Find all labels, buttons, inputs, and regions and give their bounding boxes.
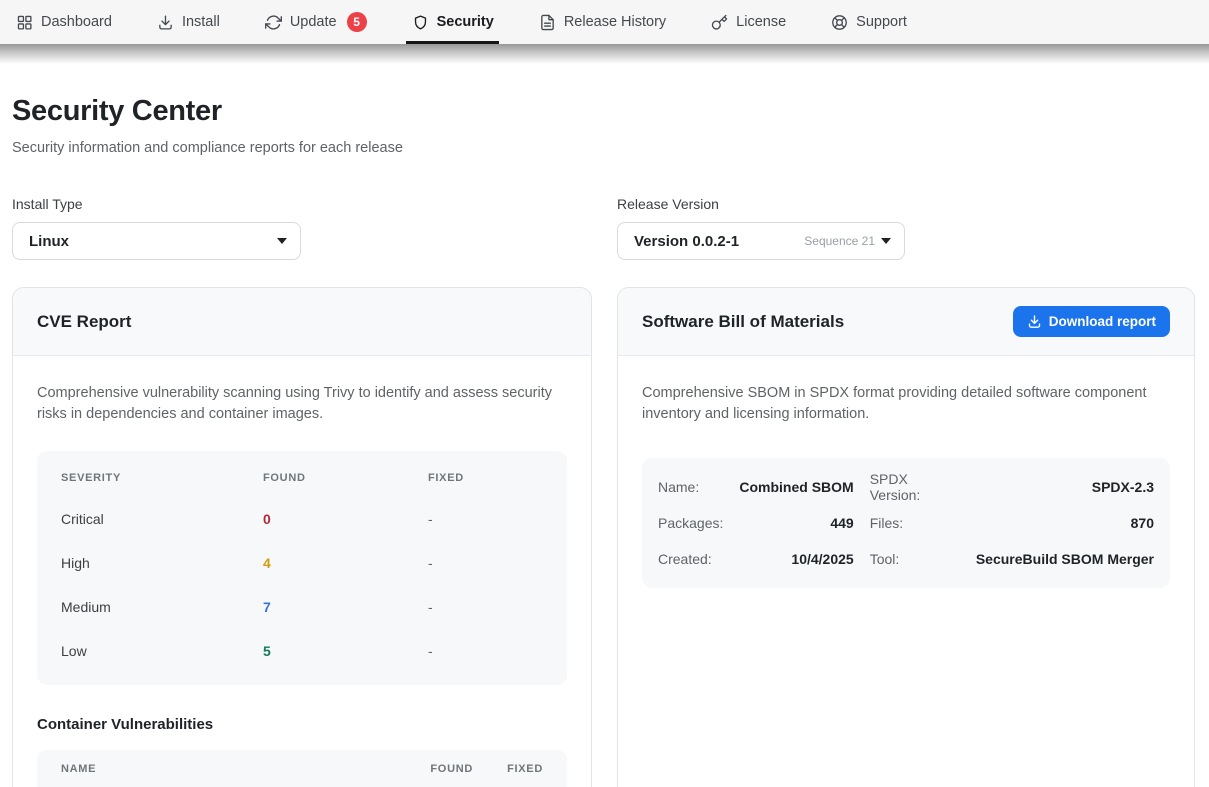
nav-item-support[interactable]: Support: [831, 0, 907, 44]
page-title: Security Center: [12, 95, 1197, 128]
fixed-count: -: [428, 555, 543, 571]
nav-label: Security: [437, 14, 494, 30]
document-icon: [539, 14, 556, 31]
nav-scroll-shadow: [0, 44, 1209, 64]
sequence-label: Sequence 21: [804, 234, 875, 248]
lifebuoy-icon: [831, 14, 848, 31]
detail-label: SPDX Version:: [870, 469, 960, 505]
found-column-header: FOUND: [263, 472, 428, 484]
severity-column-header: SEVERITY: [61, 472, 263, 484]
container-vulnerabilities-table-header: NAME FOUND FIXED: [37, 750, 567, 787]
detail-label: Packages:: [658, 505, 723, 541]
detail-value: 449: [739, 505, 853, 541]
chevron-down-icon: [881, 238, 891, 244]
severity-name: High: [61, 555, 263, 571]
detail-label: Created:: [658, 541, 723, 577]
download-icon: [157, 14, 174, 31]
release-version-select[interactable]: Version 0.0.2-1 Sequence 21: [617, 222, 905, 260]
severity-table: SEVERITY FOUND FIXED Critical 0 - High 4…: [37, 451, 567, 685]
sbom-card-header: Software Bill of Materials Download repo…: [618, 288, 1194, 356]
nav-item-dashboard[interactable]: Dashboard: [16, 0, 112, 44]
top-navigation: Dashboard Install Update 5 Security Rele…: [0, 0, 1209, 44]
key-icon: [711, 14, 728, 31]
install-type-filter: Install Type Linux: [12, 196, 592, 260]
fixed-count: -: [428, 643, 543, 659]
refresh-icon: [265, 14, 282, 31]
release-version-label: Release Version: [617, 196, 1195, 212]
download-report-label: Download report: [1049, 314, 1156, 329]
detail-value: 870: [976, 505, 1154, 541]
detail-label: Tool:: [870, 541, 960, 577]
shield-icon: [412, 14, 429, 31]
nav-item-security[interactable]: Security: [412, 0, 494, 44]
page-subtitle: Security information and compliance repo…: [12, 140, 1197, 156]
cve-card-header: CVE Report: [13, 288, 591, 356]
found-count: 7: [263, 599, 428, 615]
nav-item-update[interactable]: Update 5: [265, 0, 367, 44]
detail-label: Files:: [870, 505, 960, 541]
detail-value: SecureBuild SBOM Merger: [976, 541, 1154, 577]
found-column-header: FOUND: [393, 763, 473, 775]
install-type-select[interactable]: Linux: [12, 222, 301, 260]
sbom-card: Software Bill of Materials Download repo…: [617, 287, 1195, 787]
nav-label: Release History: [564, 14, 666, 30]
table-row: Medium 7 -: [37, 585, 567, 629]
container-vulnerabilities-title: Container Vulnerabilities: [37, 716, 567, 733]
release-version-filter: Release Version Version 0.0.2-1 Sequence…: [617, 196, 1195, 260]
install-type-label: Install Type: [12, 196, 592, 212]
severity-table-header: SEVERITY FOUND FIXED: [37, 459, 567, 497]
cve-card-title: CVE Report: [37, 312, 131, 332]
found-count: 5: [263, 643, 428, 659]
detail-value: Combined SBOM: [739, 469, 853, 505]
release-version-value: Version 0.0.2-1: [634, 233, 739, 250]
fixed-count: -: [428, 599, 543, 615]
sbom-description: Comprehensive SBOM in SPDX format provid…: [642, 383, 1164, 425]
chevron-down-icon: [277, 238, 287, 244]
download-icon: [1027, 314, 1042, 329]
filters-row: Install Type Linux Release Version Versi…: [12, 196, 1197, 260]
severity-name: Low: [61, 643, 263, 659]
detail-value: SPDX-2.3: [976, 469, 1154, 505]
nav-label: Install: [182, 14, 220, 30]
nav-item-license[interactable]: License: [711, 0, 786, 44]
found-count: 4: [263, 555, 428, 571]
fixed-count: -: [428, 511, 543, 527]
table-row: High 4 -: [37, 541, 567, 585]
cve-description: Comprehensive vulnerability scanning usi…: [37, 383, 559, 425]
table-row: Low 5 -: [37, 629, 567, 673]
nav-item-release-history[interactable]: Release History: [539, 0, 666, 44]
detail-label: Name:: [658, 469, 723, 505]
dashboard-icon: [16, 14, 33, 31]
severity-name: Critical: [61, 511, 263, 527]
install-type-value: Linux: [29, 233, 69, 250]
download-report-button[interactable]: Download report: [1013, 306, 1170, 337]
found-count: 0: [263, 511, 428, 527]
sbom-details-table: Name: Combined SBOM SPDX Version: SPDX-2…: [642, 458, 1170, 588]
severity-name: Medium: [61, 599, 263, 615]
name-column-header: NAME: [61, 763, 393, 775]
cve-report-card: CVE Report Comprehensive vulnerability s…: [12, 287, 592, 787]
nav-label: Update: [290, 14, 337, 30]
sbom-card-title: Software Bill of Materials: [642, 312, 844, 332]
nav-label: Support: [856, 14, 907, 30]
nav-item-install[interactable]: Install: [157, 0, 220, 44]
detail-value: 10/4/2025: [739, 541, 853, 577]
update-count-badge: 5: [347, 12, 367, 32]
table-row: Critical 0 -: [37, 497, 567, 541]
page-header: Security Center Security information and…: [12, 95, 1197, 156]
nav-label: Dashboard: [41, 14, 112, 30]
nav-label: License: [736, 14, 786, 30]
fixed-column-header: FIXED: [428, 472, 543, 484]
fixed-column-header: FIXED: [473, 763, 543, 775]
